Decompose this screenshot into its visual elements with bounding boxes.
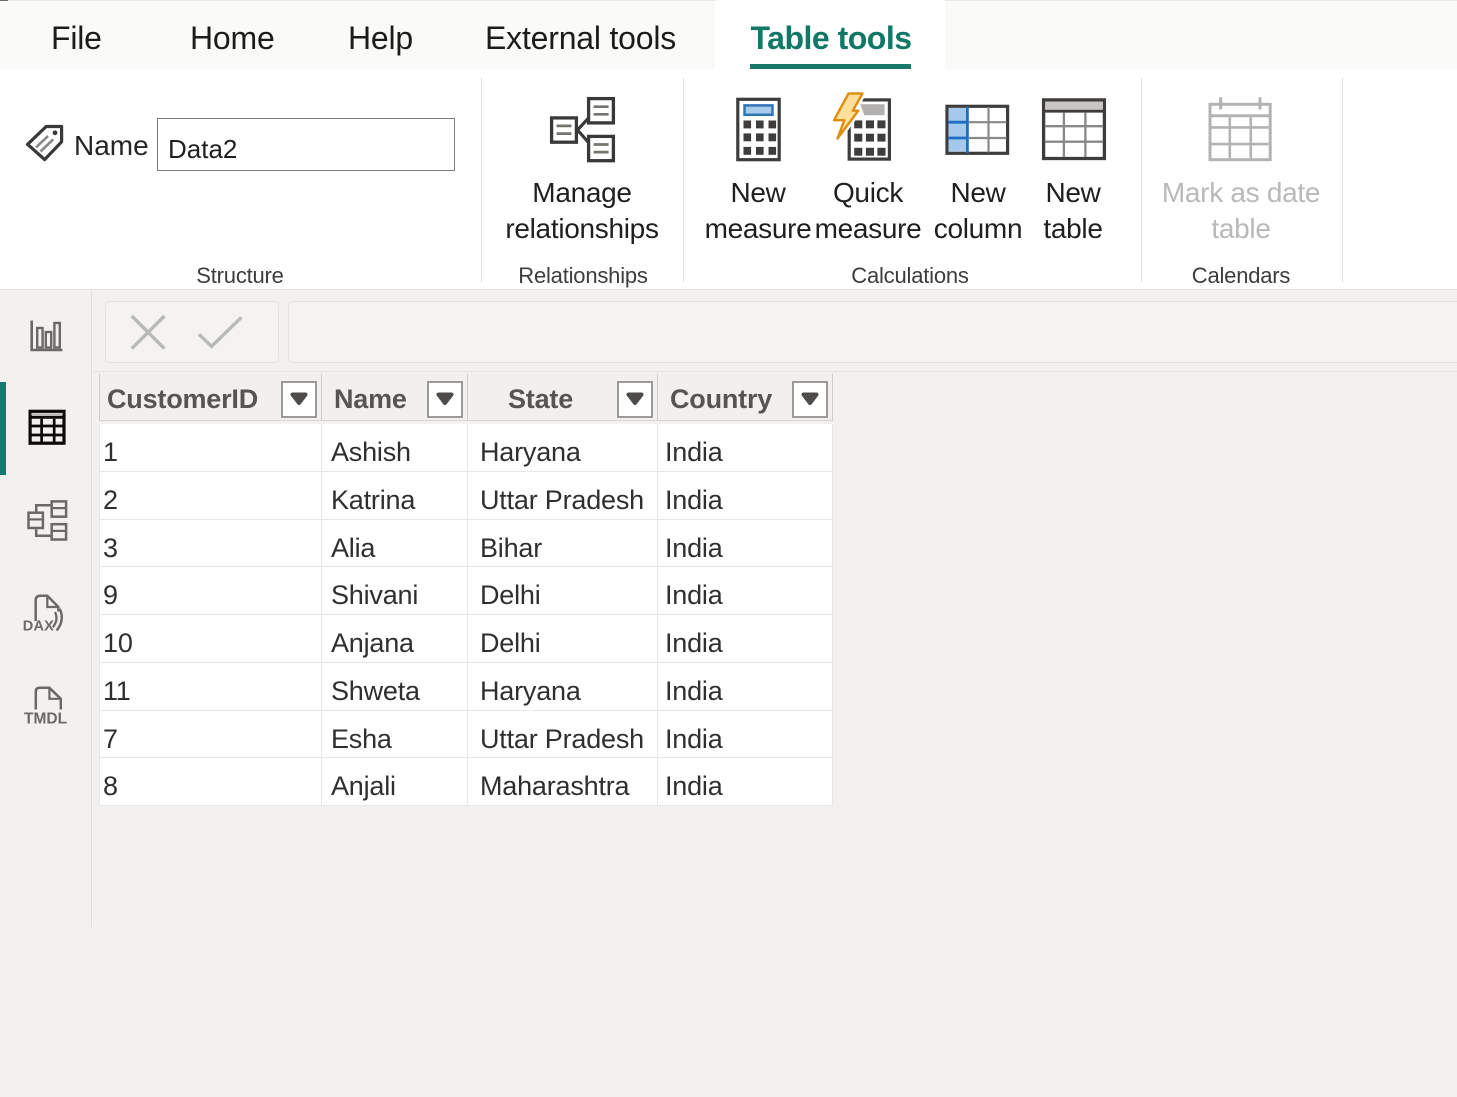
svg-text:DAX: DAX <box>23 619 54 635</box>
svg-text:TMDL: TMDL <box>24 711 67 728</box>
